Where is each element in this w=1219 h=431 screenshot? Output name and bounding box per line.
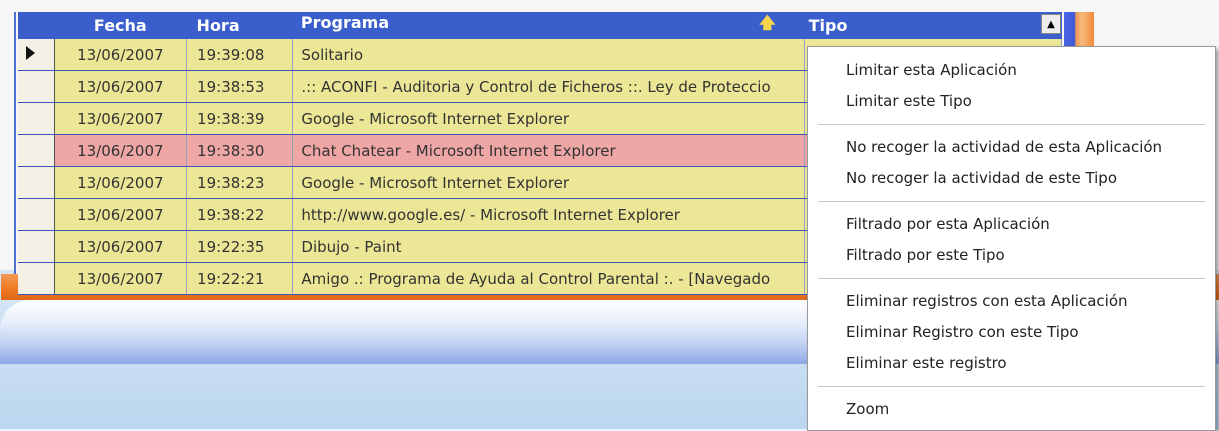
row-selector[interactable] xyxy=(18,39,55,71)
menu-item-filtrado-aplicacion[interactable]: Filtrado por esta Aplicación xyxy=(808,209,1215,240)
cell-programa[interactable]: Amigo .: Programa de Ayuda al Control Pa… xyxy=(292,262,806,295)
cell-hora[interactable]: 19:22:21 xyxy=(186,262,294,295)
cell-fecha[interactable]: 13/06/2007 xyxy=(54,102,188,135)
row-selector[interactable] xyxy=(18,134,55,167)
cell-fecha[interactable]: 13/06/2007 xyxy=(54,134,188,167)
cell-hora[interactable]: 19:22:35 xyxy=(186,230,294,263)
menu-item-eliminar-registro-tipo[interactable]: Eliminar Registro con este Tipo xyxy=(808,317,1215,348)
cell-fecha[interactable]: 13/06/2007 xyxy=(54,166,188,199)
menu-item-eliminar-este-registro[interactable]: Eliminar este registro xyxy=(808,348,1215,379)
cell-programa[interactable]: http://www.google.es/ - Microsoft Intern… xyxy=(292,198,806,231)
row-selector[interactable] xyxy=(18,102,55,135)
cell-hora[interactable]: 19:38:53 xyxy=(186,70,294,103)
cell-programa[interactable]: Chat Chatear - Microsoft Internet Explor… xyxy=(292,134,806,167)
cell-hora[interactable]: 19:38:22 xyxy=(186,198,294,231)
cell-hora[interactable]: 19:38:39 xyxy=(186,102,294,135)
row-selector[interactable] xyxy=(18,70,55,103)
cell-fecha[interactable]: 13/06/2007 xyxy=(54,262,188,295)
cell-programa[interactable]: Google - Microsoft Internet Explorer xyxy=(292,102,806,135)
menu-item-zoom[interactable]: Zoom xyxy=(808,394,1215,425)
cell-fecha[interactable]: 13/06/2007 xyxy=(54,70,188,103)
scroll-up-button[interactable]: ▲ xyxy=(1041,14,1061,34)
menu-separator xyxy=(818,386,1205,387)
cell-fecha[interactable]: 13/06/2007 xyxy=(54,198,188,231)
menu-item-eliminar-registros-aplicacion[interactable]: Eliminar registros con esta Aplicación xyxy=(808,286,1215,317)
column-header-programa[interactable]: Programa 🡅 xyxy=(293,12,805,39)
menu-item-filtrado-tipo[interactable]: Filtrado por este Tipo xyxy=(808,240,1215,271)
cell-hora[interactable]: 19:39:08 xyxy=(186,39,294,71)
menu-separator xyxy=(818,201,1205,202)
context-menu: Limitar esta Aplicación Limitar este Tip… xyxy=(807,46,1216,431)
cell-programa[interactable]: Google - Microsoft Internet Explorer xyxy=(292,166,806,199)
column-header-fecha[interactable]: Fecha xyxy=(54,12,186,39)
column-header-hora[interactable]: Hora xyxy=(187,12,293,39)
cell-programa[interactable]: .:: ACONFI - Auditoria y Control de Fich… xyxy=(292,70,806,103)
cell-hora[interactable]: 19:38:30 xyxy=(186,134,294,167)
sort-arrow-up-icon: 🡅 xyxy=(759,13,776,32)
cell-hora[interactable]: 19:38:23 xyxy=(186,166,294,199)
row-selector[interactable] xyxy=(18,230,55,263)
row-selector[interactable] xyxy=(18,198,55,231)
menu-item-limitar-tipo[interactable]: Limitar este Tipo xyxy=(808,86,1215,117)
column-header-tipo[interactable]: Tipo xyxy=(805,12,1062,39)
menu-item-no-recoger-tipo[interactable]: No recoger la actividad de este Tipo xyxy=(808,163,1215,194)
cell-programa[interactable]: Dibujo - Paint xyxy=(292,230,806,263)
grid-header: Fecha Hora Programa 🡅 Tipo xyxy=(18,12,1062,39)
cell-fecha[interactable]: 13/06/2007 xyxy=(54,230,188,263)
row-pointer-icon xyxy=(26,45,35,60)
scroll-up-icon: ▲ xyxy=(1047,18,1055,30)
cell-fecha[interactable]: 13/06/2007 xyxy=(54,39,188,71)
row-selector[interactable] xyxy=(18,262,55,295)
column-header-programa-label: Programa xyxy=(300,13,390,32)
menu-item-no-recoger-aplicacion[interactable]: No recoger la actividad de esta Aplicaci… xyxy=(808,132,1215,163)
cell-programa[interactable]: Solitario xyxy=(292,39,806,71)
header-corner xyxy=(18,12,54,39)
menu-separator xyxy=(818,278,1205,279)
menu-item-limitar-aplicacion[interactable]: Limitar esta Aplicación xyxy=(808,55,1215,86)
row-selector[interactable] xyxy=(18,166,55,199)
menu-separator xyxy=(818,124,1205,125)
